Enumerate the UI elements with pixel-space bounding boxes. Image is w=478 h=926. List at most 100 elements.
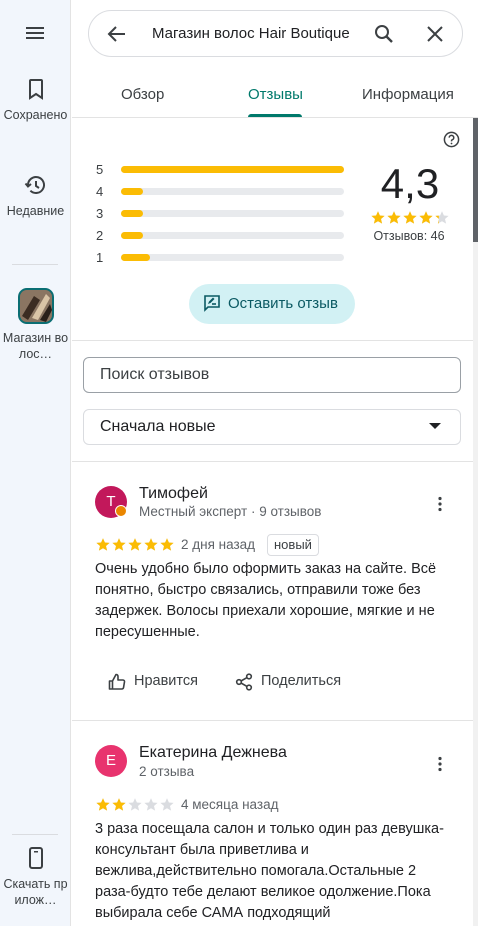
dropdown-arrow-icon bbox=[429, 423, 441, 429]
rating-bar-fill bbox=[121, 166, 344, 173]
star-icon bbox=[160, 538, 174, 551]
back-arrow-icon[interactable] bbox=[105, 22, 129, 46]
rate-review-icon bbox=[204, 295, 220, 312]
review-text-line: Очень удобно было оформить заказ на сайт… bbox=[95, 561, 437, 577]
average-rating-stars bbox=[371, 211, 449, 224]
rating-bar-fill bbox=[121, 188, 143, 195]
rating-bar-label: 1 bbox=[96, 250, 104, 265]
review-search-placeholder: Поиск отзывов bbox=[100, 366, 210, 383]
navigation-rail: Сохранено Недавние Магазин волос… Скачат… bbox=[0, 0, 71, 926]
thumb-up-icon bbox=[108, 673, 126, 690]
share-button[interactable]: Поделиться bbox=[235, 673, 355, 693]
help-icon[interactable] bbox=[443, 131, 460, 148]
reviewer-name[interactable]: Екатерина Дежнева bbox=[139, 744, 287, 762]
reviewer-subtitle: 2 отзыва bbox=[139, 764, 195, 779]
reviewer-avatar[interactable]: Е bbox=[95, 745, 127, 777]
rail-saved-label: Сохранено bbox=[3, 108, 68, 122]
rating-bar-track bbox=[121, 210, 344, 217]
star-icon bbox=[96, 798, 110, 811]
scrollbar[interactable] bbox=[473, 118, 478, 926]
search-icon[interactable] bbox=[372, 22, 396, 46]
star-icon bbox=[128, 798, 142, 811]
rating-bar-track bbox=[121, 254, 344, 261]
divider bbox=[72, 340, 473, 341]
review-date: 2 дня назад bbox=[181, 537, 256, 552]
share-icon bbox=[235, 673, 253, 691]
review-text-line: вежлива,действительно помогала.Остальные… bbox=[95, 863, 417, 879]
like-button[interactable]: Нравится bbox=[108, 673, 208, 693]
rail-recent[interactable]: Недавние bbox=[0, 173, 71, 219]
rating-bar-track bbox=[121, 232, 344, 239]
phone-icon bbox=[28, 847, 43, 869]
more-options-icon[interactable] bbox=[431, 755, 449, 773]
review-rating-stars bbox=[96, 538, 174, 551]
like-label: Нравится bbox=[134, 673, 198, 689]
rating-bar-track bbox=[121, 166, 344, 173]
review-text: 3 раза посещала салон и только один раз … bbox=[95, 819, 445, 924]
search-query[interactable]: Магазин волос Hair Boutique bbox=[152, 24, 358, 44]
sort-dropdown[interactable]: Сначала новые bbox=[83, 409, 461, 445]
rail-divider bbox=[12, 834, 58, 835]
write-review-button[interactable]: Оставить отзыв bbox=[189, 284, 355, 324]
reviews-count: Отзывов: 46 bbox=[373, 229, 445, 243]
scrollbar-thumb[interactable] bbox=[473, 118, 478, 242]
review-text-line: раза-будто тебе делают великое одолжение… bbox=[95, 884, 431, 900]
review-date: 4 месяца назад bbox=[181, 797, 279, 812]
rating-bar-track bbox=[121, 188, 344, 195]
review-text-line: консультант была приветлива и bbox=[95, 842, 309, 858]
review-card: Е Екатерина Дежнева 2 отзыва 4 месяца на… bbox=[72, 721, 473, 926]
rating-bar-fill bbox=[121, 254, 150, 261]
star-icon bbox=[435, 211, 449, 224]
star-icon bbox=[160, 798, 174, 811]
rating-bar-label: 5 bbox=[96, 162, 104, 177]
review-search-input[interactable]: Поиск отзывов bbox=[83, 357, 461, 393]
reviewer-name[interactable]: Тимофей bbox=[139, 485, 208, 503]
review-rating-stars bbox=[96, 798, 174, 811]
rail-saved[interactable]: Сохранено bbox=[0, 77, 71, 123]
tab-active-indicator bbox=[248, 114, 302, 117]
star-icon bbox=[112, 798, 126, 811]
star-icon bbox=[419, 211, 433, 224]
rating-bar-fill bbox=[121, 232, 143, 239]
rail-place[interactable]: Магазин волос… bbox=[0, 288, 71, 362]
star-icon bbox=[403, 211, 417, 224]
star-icon bbox=[112, 538, 126, 551]
star-icon bbox=[387, 211, 401, 224]
star-icon bbox=[371, 211, 385, 224]
reviewer-subtitle: Местный эксперт · 9 отзывов bbox=[139, 504, 322, 519]
new-badge: новый bbox=[267, 534, 319, 556]
rail-download-label: Скачать прилож… bbox=[3, 877, 68, 907]
tab-bar: Обзор Отзывы Информация bbox=[72, 74, 478, 118]
local-guide-badge-icon bbox=[115, 505, 127, 517]
tab-overview[interactable]: Обзор bbox=[121, 86, 164, 103]
rail-recent-label: Недавние bbox=[6, 204, 65, 218]
star-icon bbox=[144, 538, 158, 551]
menu-icon[interactable] bbox=[23, 21, 47, 45]
share-label: Поделиться bbox=[261, 673, 342, 689]
review-card: Т Тимофей Местный эксперт · 9 отзывов 2 … bbox=[72, 462, 473, 720]
search-box[interactable]: Магазин волос Hair Boutique bbox=[88, 10, 463, 57]
close-icon[interactable] bbox=[423, 22, 447, 46]
history-icon bbox=[24, 176, 45, 194]
more-options-icon[interactable] bbox=[431, 495, 449, 513]
bookmark-icon bbox=[28, 79, 43, 100]
average-rating: 4,3 bbox=[380, 160, 440, 207]
star-icon bbox=[144, 798, 158, 811]
write-review-label: Оставить отзыв bbox=[228, 295, 338, 312]
place-thumbnail bbox=[17, 288, 54, 324]
review-text-line: 3 раза посещала салон и только один раз … bbox=[95, 821, 444, 837]
rating-bar-fill bbox=[121, 210, 143, 217]
sort-label: Сначала новые bbox=[100, 418, 216, 435]
review-text-line: выбирала себе САМА подходящий bbox=[95, 905, 331, 921]
tab-info[interactable]: Информация bbox=[362, 86, 454, 103]
review-text-line: понятно, быстро связались, отправили тож… bbox=[95, 582, 421, 598]
rail-place-label: Магазин волос… bbox=[2, 331, 69, 361]
tab-reviews[interactable]: Отзывы bbox=[248, 86, 303, 103]
rating-bar-label: 3 bbox=[96, 206, 104, 221]
star-icon bbox=[128, 538, 142, 551]
rail-download-app[interactable]: Скачать прилож… bbox=[0, 846, 71, 908]
review-text-line: пересушенные. bbox=[95, 624, 200, 640]
review-text: Очень удобно было оформить заказ на сайт… bbox=[95, 559, 445, 643]
rating-bar-label: 2 bbox=[96, 228, 104, 243]
review-text-line: задержек. Волосы приехали хорошие, мягки… bbox=[95, 603, 435, 619]
